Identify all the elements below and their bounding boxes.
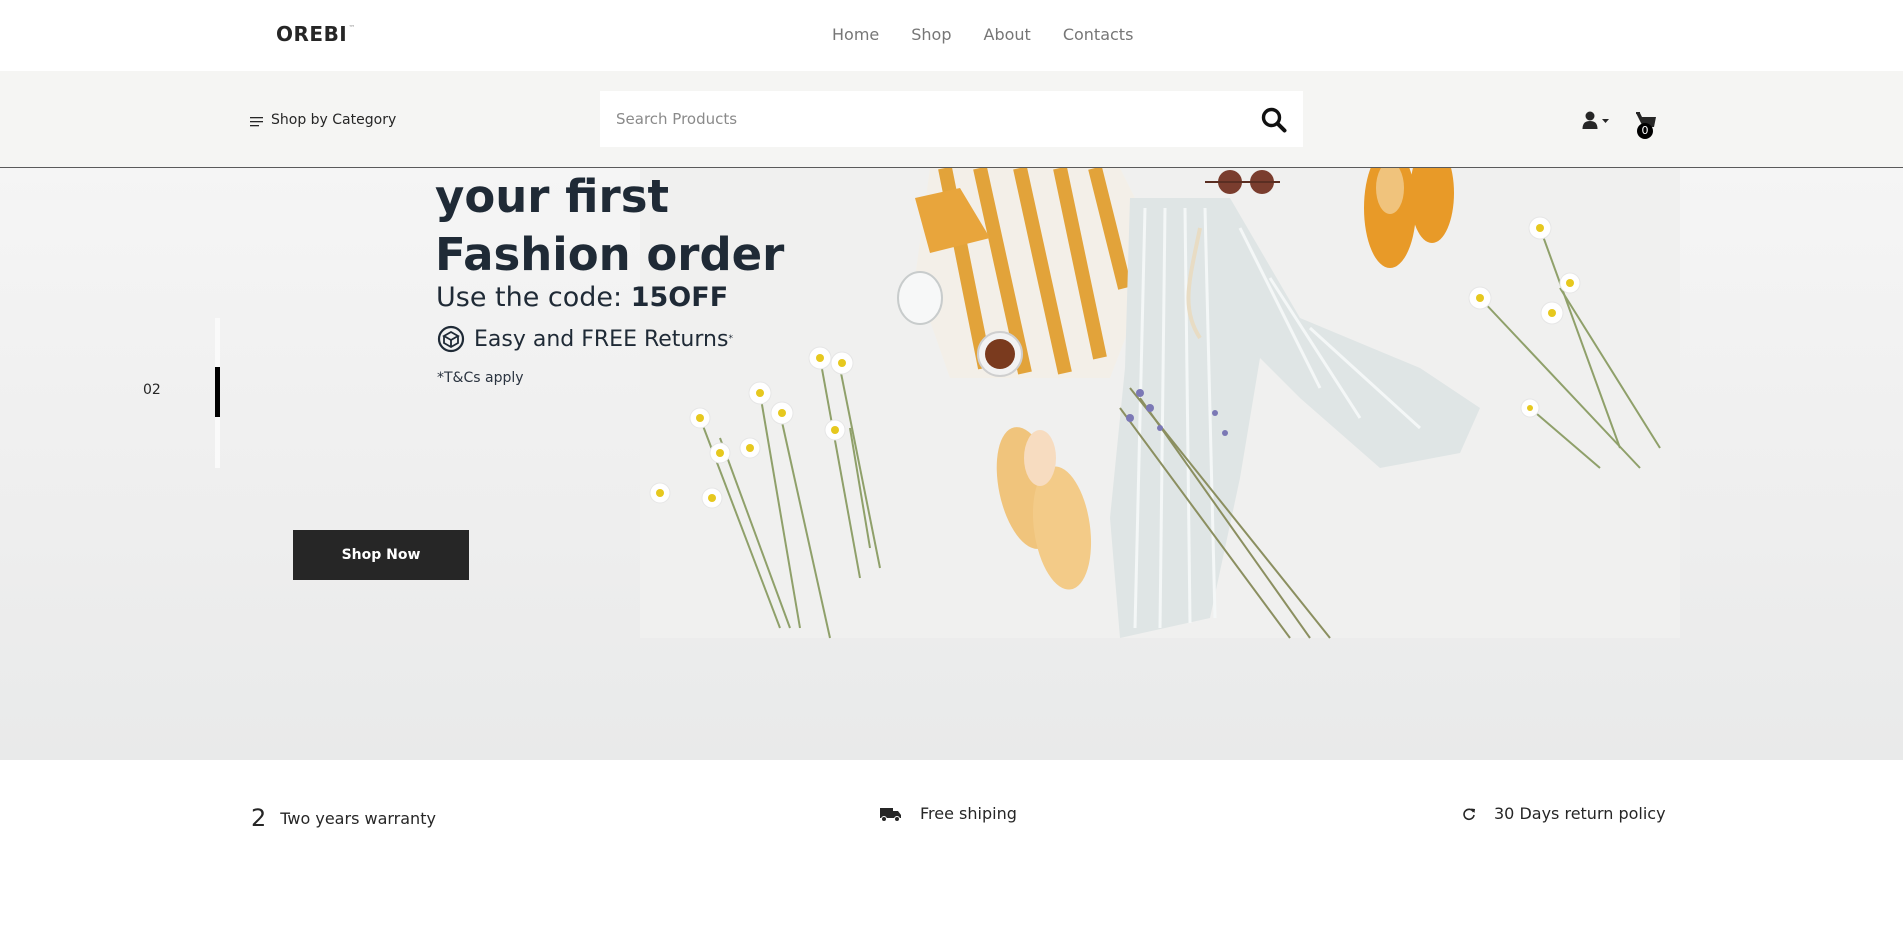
warranty-number-icon: 2 (251, 804, 267, 832)
headline-line-1: your first (435, 170, 669, 223)
slider-active-indicator[interactable] (215, 367, 220, 417)
promo-code-line: Use the code: 15OFF (436, 282, 728, 313)
search-toolbar: Shop by Category (0, 71, 1903, 168)
free-returns-line: Easy and FREE Returns * (436, 324, 733, 354)
promo-code-prefix: Use the code: (436, 282, 631, 313)
nav-link-home[interactable]: Home (832, 25, 879, 44)
return-box-icon (437, 325, 465, 353)
main-nav: Home Shop About Contacts (832, 25, 1165, 44)
logo-trademark: ™ (348, 24, 356, 32)
shop-by-category-button[interactable]: Shop by Category (250, 112, 396, 128)
feature-label: Two years warranty (280, 808, 436, 828)
feature-label: Free shiping (920, 804, 1017, 823)
search-icon[interactable] (1261, 107, 1287, 133)
features-strip: 2 Two years warranty Free shiping 30 Day… (0, 760, 1903, 949)
feature-warranty: 2 Two years warranty (251, 804, 436, 832)
menu-lines-icon (250, 117, 263, 127)
terms-note: *T&Cs apply (437, 370, 524, 386)
nav-link-shop[interactable]: Shop (911, 25, 951, 44)
returns-mark: * (728, 334, 733, 344)
logo-text: OREBI (276, 22, 348, 46)
category-label: Shop by Category (271, 112, 397, 128)
hero-banner: your first Fashion order Use the code: 1… (0, 168, 1903, 760)
site-logo[interactable]: OREBI™ (276, 22, 356, 46)
search-box (600, 91, 1303, 147)
feature-label: 30 Days return policy (1494, 804, 1666, 823)
search-input[interactable] (600, 91, 1240, 147)
shop-now-button[interactable]: Shop Now (293, 530, 469, 580)
promo-code: 15OFF (630, 282, 729, 313)
fashion-flatlay-image (640, 168, 1680, 639)
hero-headline: your first Fashion order (435, 168, 784, 284)
feature-free-shipping: Free shiping (880, 804, 1017, 823)
nav-link-about[interactable]: About (984, 25, 1031, 44)
refresh-icon (1463, 807, 1475, 820)
slide-number: 02 (143, 382, 161, 398)
nav-link-contacts[interactable]: Contacts (1063, 25, 1134, 44)
truck-icon (880, 807, 901, 822)
headline-line-2: Fashion order (435, 228, 785, 281)
feature-return-policy: 30 Days return policy (1462, 804, 1666, 823)
top-navigation: OREBI™ Home Shop About Contacts (0, 0, 1903, 71)
user-menu-icon[interactable] (1582, 110, 1612, 132)
returns-text: Easy and FREE Returns (474, 326, 729, 352)
cart-count-badge: 0 (1637, 123, 1653, 139)
